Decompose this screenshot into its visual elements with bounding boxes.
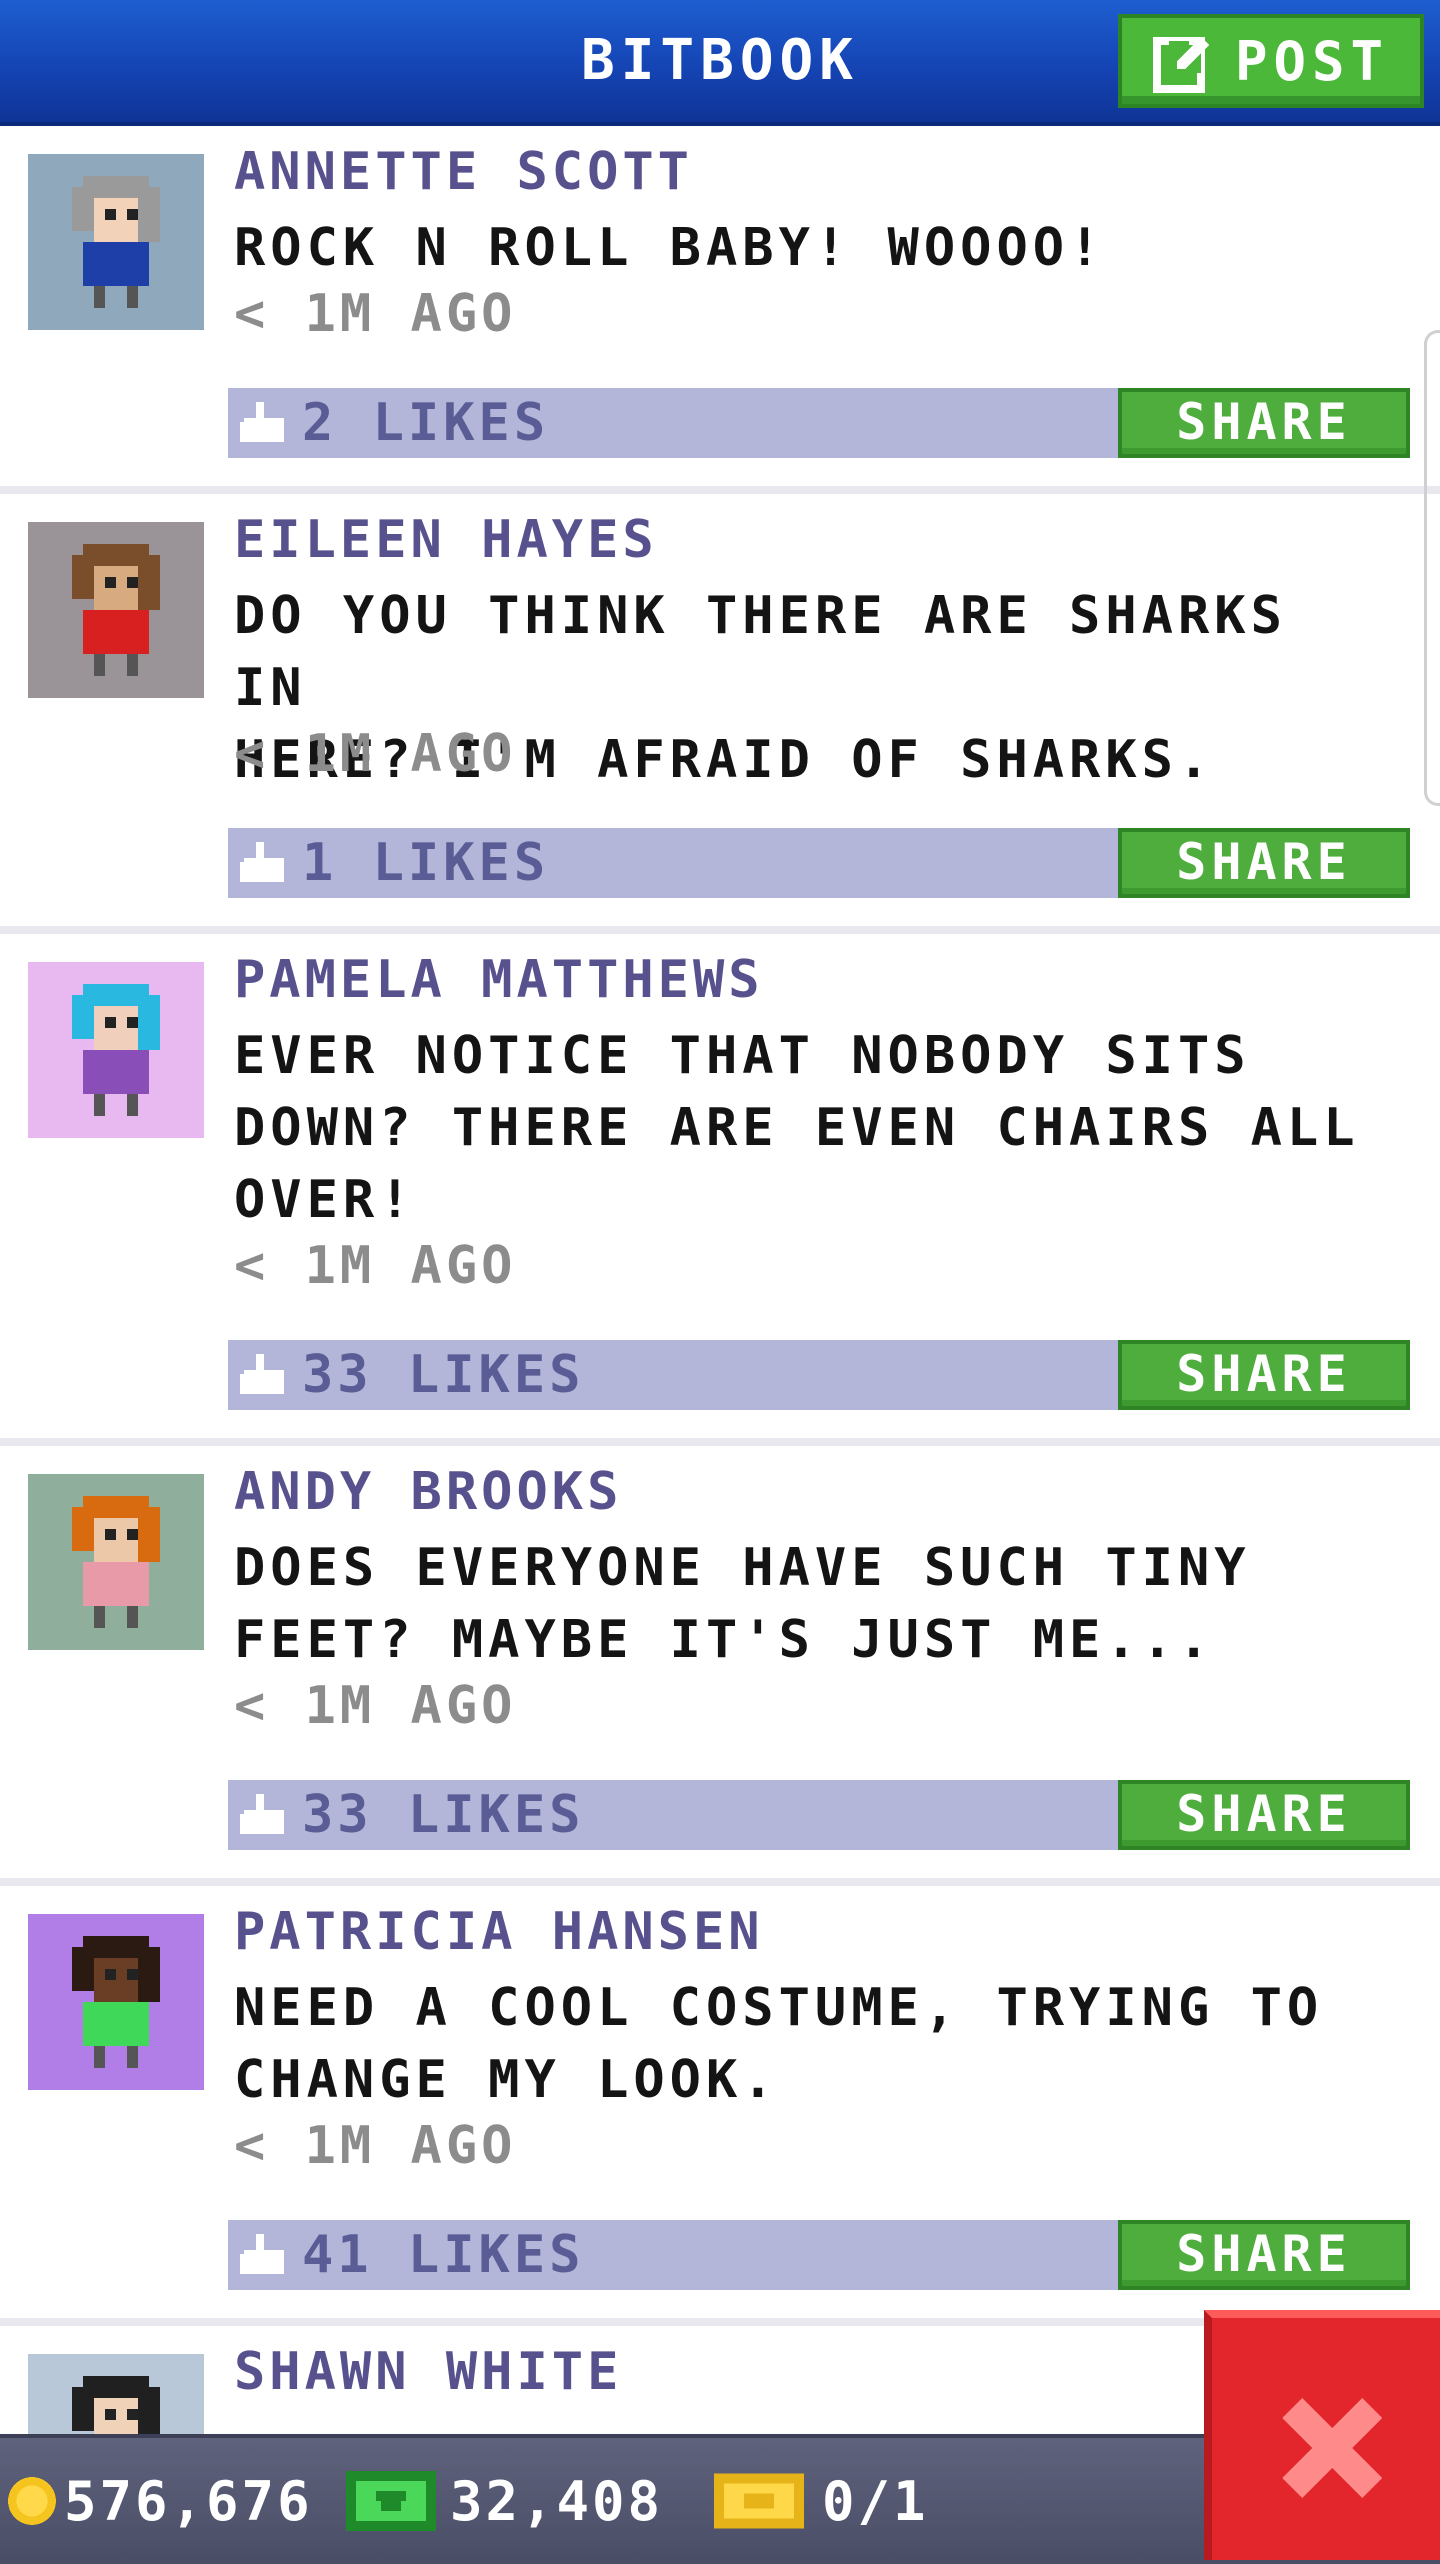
- likes-bar: 33 LIKES SHARE: [228, 1340, 1410, 1410]
- post-timestamp: < 1M AGO: [234, 1676, 517, 1736]
- avatar-image: [28, 154, 204, 330]
- bux-value: 32,408: [450, 2469, 664, 2533]
- bux-stat: 32,408: [346, 2438, 663, 2564]
- close-icon: [1282, 2398, 1382, 2498]
- feed-post: PATRICIA HANSEN NEED A COOL COSTUME, TRYI…: [0, 1886, 1440, 2326]
- likes-count: 33 LIKES: [302, 1345, 585, 1405]
- feed-list: ANNETTE SCOTT ROCK N ROLL BABY! WOOOO! < 1…: [0, 126, 1440, 2530]
- share-button[interactable]: SHARE: [1118, 1340, 1410, 1410]
- post-button[interactable]: POST: [1118, 14, 1424, 108]
- post-author-name[interactable]: ANDY BROOKS: [234, 1462, 622, 1522]
- coins-stat: 576,676: [6, 2438, 313, 2564]
- thumbs-up-icon[interactable]: [240, 1354, 288, 1398]
- share-button[interactable]: SHARE: [1118, 1780, 1410, 1850]
- feed-post: EILEEN HAYES DO YOU THINK THERE ARE SHARK…: [0, 494, 1440, 934]
- coin-icon: [8, 2477, 56, 2525]
- likes-count: 33 LIKES: [302, 1785, 585, 1845]
- post-author-name[interactable]: PATRICIA HANSEN: [234, 1902, 764, 1962]
- thumbs-up-icon[interactable]: [240, 842, 288, 886]
- close-button[interactable]: [1204, 2310, 1440, 2560]
- likes-bar: 1 LIKES SHARE: [228, 828, 1410, 898]
- likes-bar: 2 LIKES SHARE: [228, 388, 1410, 458]
- likes-count: 1 LIKES: [302, 833, 550, 893]
- likes-bar: 41 LIKES SHARE: [228, 2220, 1410, 2290]
- avatar-image: [28, 1474, 204, 1650]
- bux-icon: [346, 2471, 436, 2531]
- post-author-name[interactable]: PAMELA MATTHEWS: [234, 950, 764, 1010]
- avatar-image: [28, 962, 204, 1138]
- scroll-indicator: [1424, 330, 1440, 806]
- avatar[interactable]: [28, 522, 204, 698]
- thumbs-up-icon[interactable]: [240, 402, 288, 446]
- avatar-image: [28, 1914, 204, 2090]
- post-author-name[interactable]: SHAWN WHITE: [234, 2342, 622, 2402]
- post-timestamp: < 1M AGO: [234, 724, 517, 784]
- tickets-stat: 0/1: [714, 2438, 929, 2564]
- post-message: ROCK N ROLL BABY! WOOOO!: [234, 218, 1106, 278]
- post-message: EVER NOTICE THAT NOBODY SITS DOWN? THERE…: [234, 1026, 1360, 1230]
- feed-post: PAMELA MATTHEWS EVER NOTICE THAT NOBODY S…: [0, 934, 1440, 1446]
- avatar-image: [28, 522, 204, 698]
- likes-bar: 33 LIKES SHARE: [228, 1780, 1410, 1850]
- feed-post: ANNETTE SCOTT ROCK N ROLL BABY! WOOOO! < 1…: [0, 126, 1440, 494]
- feed-post: ANDY BROOKS DOES EVERYONE HAVE SUCH TINY …: [0, 1446, 1440, 1886]
- avatar[interactable]: [28, 1474, 204, 1650]
- post-timestamp: < 1M AGO: [234, 2116, 517, 2176]
- thumbs-up-icon[interactable]: [240, 1794, 288, 1838]
- likes-count: 2 LIKES: [302, 393, 550, 453]
- post-author-name[interactable]: EILEEN HAYES: [234, 510, 658, 570]
- post-timestamp: < 1M AGO: [234, 1236, 517, 1296]
- likes-count: 41 LIKES: [302, 2225, 585, 2285]
- avatar[interactable]: [28, 154, 204, 330]
- tickets-value: 0/1: [822, 2469, 929, 2533]
- edit-icon: [1152, 37, 1209, 93]
- thumbs-up-icon[interactable]: [240, 2234, 288, 2278]
- post-timestamp: < 1M AGO: [234, 284, 517, 344]
- share-button[interactable]: SHARE: [1118, 2220, 1410, 2290]
- avatar[interactable]: [28, 962, 204, 1138]
- share-button[interactable]: SHARE: [1118, 388, 1410, 458]
- post-message: DOES EVERYONE HAVE SUCH TINY FEET? MAYBE…: [234, 1538, 1251, 1670]
- ticket-icon: [714, 2473, 804, 2529]
- coins-value: 576,676: [64, 2469, 313, 2533]
- post-message: NEED A COOL COSTUME, TRYING TO CHANGE MY…: [234, 1978, 1324, 2110]
- share-button[interactable]: SHARE: [1118, 828, 1410, 898]
- app-header: BITBOOK POST: [0, 0, 1440, 126]
- post-button-label: POST: [1234, 29, 1390, 93]
- post-author-name[interactable]: ANNETTE SCOTT: [234, 142, 693, 202]
- avatar[interactable]: [28, 1914, 204, 2090]
